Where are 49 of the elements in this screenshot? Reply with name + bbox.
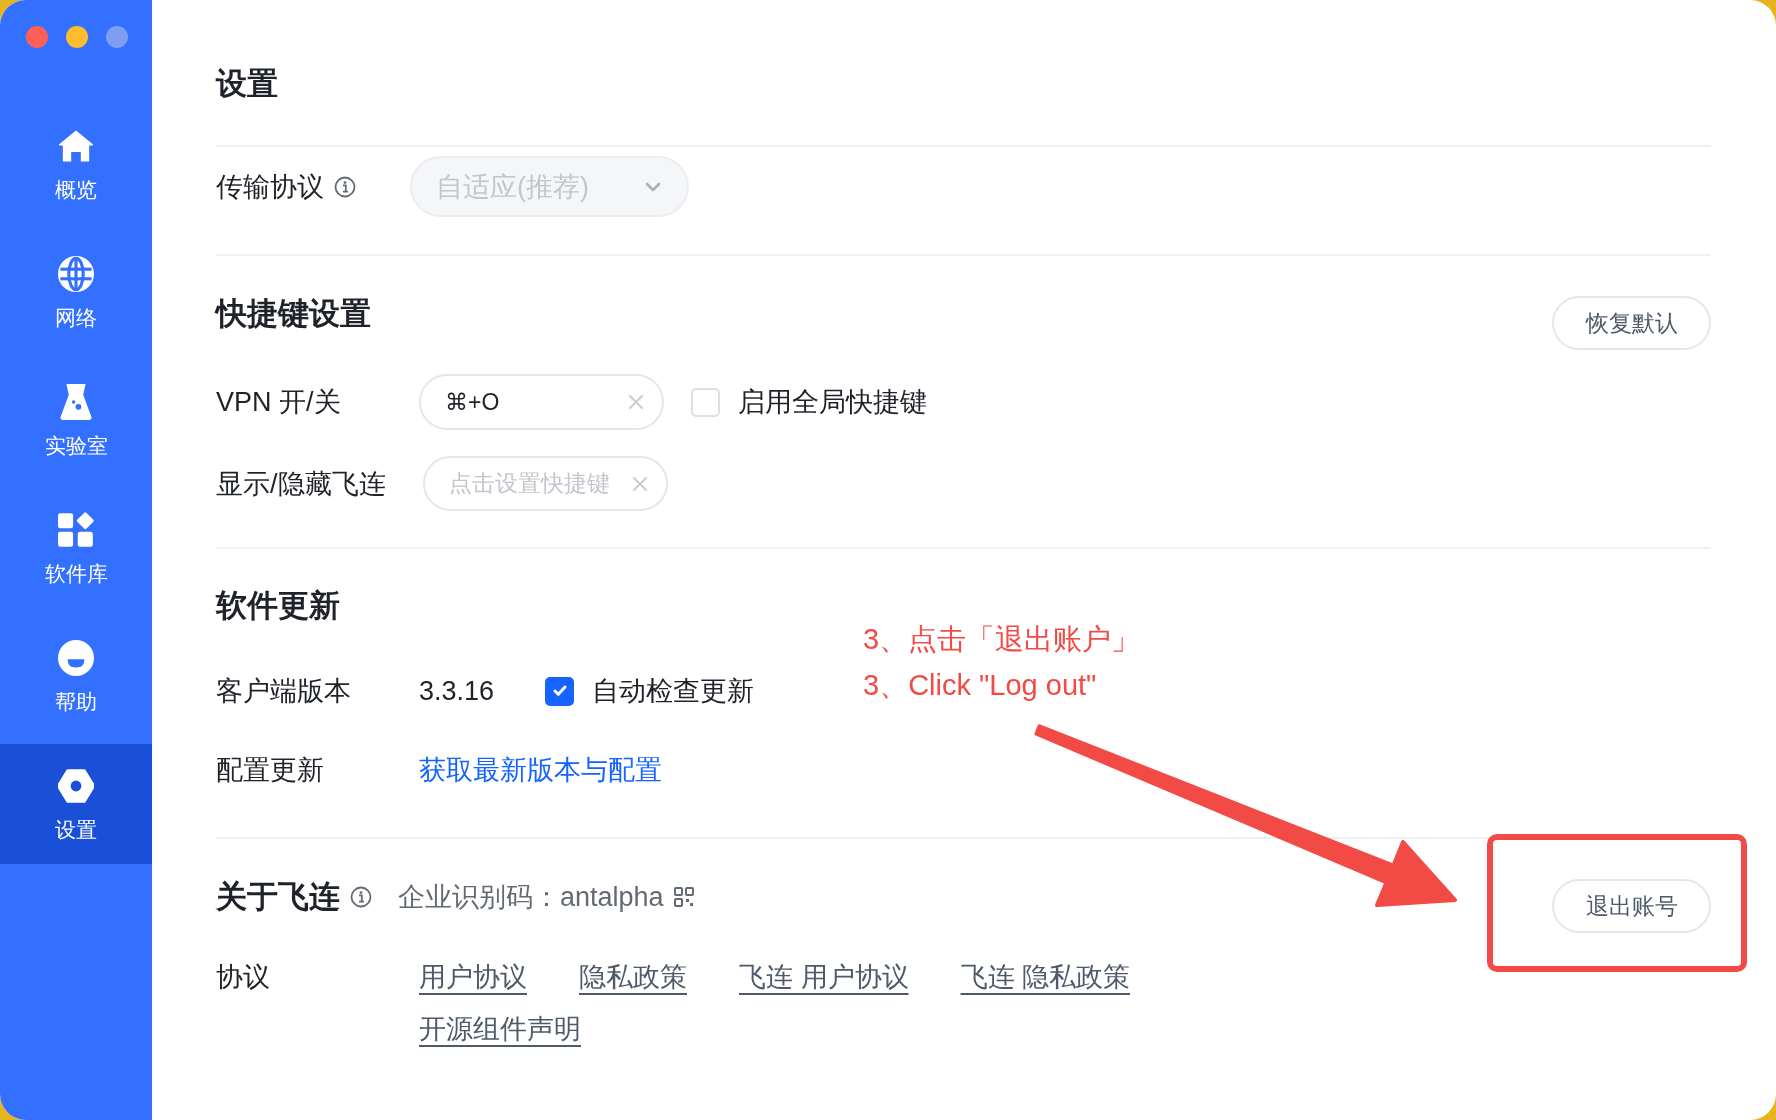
shortcut-field[interactable]: ⌘+O [419,374,664,430]
checkbox-label: 启用全局快捷键 [738,386,927,419]
settings-icon [58,768,94,804]
sidebar-item[interactable]: 帮助 [0,616,152,736]
annotation-text: 3、点击「退出账户」 [863,622,1141,657]
agreement-link[interactable]: 开源组件声明 [419,1009,581,1049]
checkbox-label: 自动检查更新 [592,675,755,708]
sidebar-item[interactable]: 实验室 [0,360,152,480]
clear-icon[interactable] [628,394,644,410]
section-title: 软件更新 [216,588,340,624]
update-link[interactable]: 获取最新版本与配置 [419,752,662,788]
apps-grid-icon [58,512,94,548]
window-control-dot[interactable] [106,26,128,48]
agreement-link[interactable]: 用户协议 [419,957,527,997]
clear-icon[interactable] [632,475,648,492]
agreement-link[interactable]: 飞连 用户协议 [739,957,909,997]
section-title: 快捷键设置 [216,296,371,332]
field-label: VPN 开/关 [216,386,341,419]
sidebar-item[interactable]: 软件库 [0,488,152,608]
logout-button[interactable]: 退出账号 [1552,879,1711,933]
field-label: 配置更新 [216,754,324,787]
window-control-dot[interactable] [26,26,48,48]
agreement-link[interactable]: 隐私政策 [579,957,687,997]
house-icon [58,128,94,164]
shortcut-field[interactable]: 点击设置快捷键 [423,456,668,511]
field-label: 协议 [216,961,270,994]
sidebar-item[interactable]: 概览 [0,104,152,224]
check-icon [552,685,567,697]
checkbox[interactable] [545,676,575,706]
smiley-icon [58,640,94,676]
agreement-link[interactable]: 飞连 隐私政策 [960,957,1131,997]
page-title: 设置 [216,65,278,103]
section-title: 关于飞连 [216,879,340,915]
sidebar-item[interactable]: 网络 [0,232,152,352]
info-icon [334,175,356,198]
reset-button[interactable]: 恢复默认 [1552,296,1711,350]
version-text: 3.3.16 [419,675,495,708]
annotation-text: 3、Click "Log out" [863,668,1098,703]
field-label: 传输协议 [216,170,324,204]
field-label: 显示/隐藏飞连 [216,467,386,501]
qr-code-icon[interactable] [673,887,694,907]
org-id-text: 企业识别码：antalpha [398,881,664,914]
window-control-dot[interactable] [66,26,88,48]
sidebar-item[interactable]: 设置 [0,744,152,864]
chevron-down-icon [645,181,661,192]
field-label: 客户端版本 [216,675,351,708]
flask-icon [58,384,94,420]
globe-icon [58,256,94,292]
info-icon[interactable] [350,886,372,908]
